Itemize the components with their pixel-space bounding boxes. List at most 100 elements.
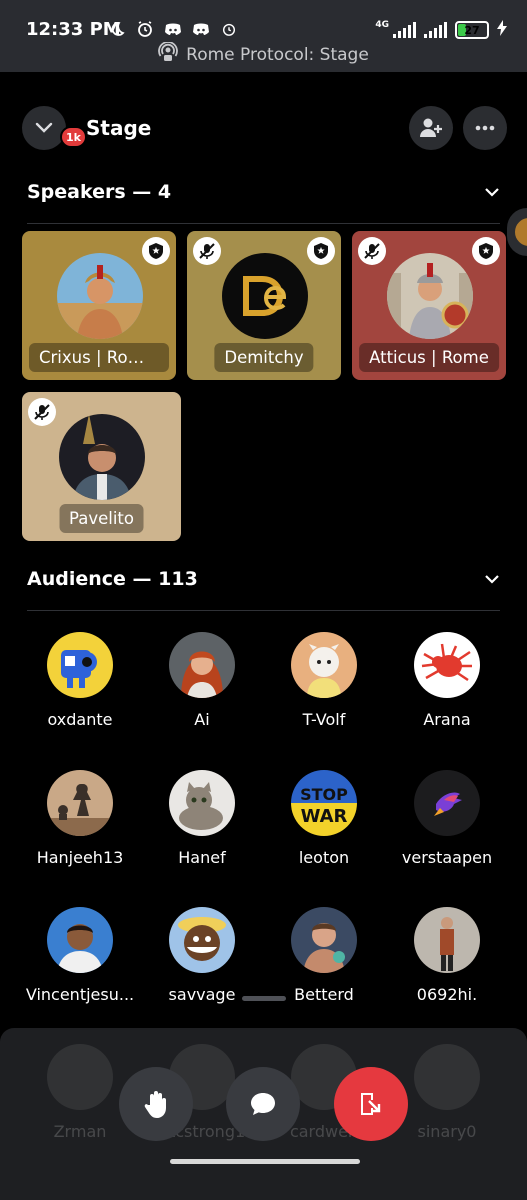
muted-indicator [28, 398, 56, 426]
chat-button[interactable] [226, 1067, 300, 1141]
avatar [291, 907, 357, 973]
shield-star-icon [479, 243, 493, 259]
speaker-name: Atticus | Rome [359, 343, 499, 372]
moderator-badge [142, 237, 170, 265]
stage-header: 1k Stage [20, 104, 507, 150]
speaker-tile[interactable]: Demitchy [187, 231, 341, 380]
audience-member[interactable]: verstaapen [387, 770, 507, 867]
audience-name: Arana [423, 710, 471, 729]
audience-name: leoton [298, 848, 350, 867]
avatar [59, 414, 145, 500]
shield-star-icon [149, 243, 163, 259]
audience-name: T-Volf [302, 710, 346, 729]
avatar [513, 216, 527, 248]
audience-member[interactable]: savvage [142, 907, 262, 1004]
audience-member[interactable]: Arana [387, 632, 507, 729]
alarm-icon [136, 20, 154, 38]
battery-icon: 27 [455, 21, 489, 39]
audience-name: Hanef [178, 848, 226, 867]
speaker-tile[interactable]: Crixus | Rom... [22, 231, 176, 380]
avatar [414, 632, 480, 698]
more-icon [475, 125, 495, 131]
audience-member[interactable]: Betterd [264, 907, 384, 1004]
ongoing-stage-banner[interactable]: Rome Protocol: Stage [0, 41, 527, 67]
raise-hand-button[interactable] [119, 1067, 193, 1141]
charging-icon [497, 20, 507, 40]
avatar [47, 632, 113, 698]
chevron-down-icon [485, 188, 499, 197]
speakers-heading: Speakers — 4 [27, 181, 172, 203]
moon-icon [108, 20, 126, 38]
audience-member[interactable]: Ai [142, 632, 262, 729]
audience-member[interactable]: STOP WAR leoton [264, 770, 384, 867]
audience-name: Ai [194, 710, 210, 729]
signal-icon [393, 22, 416, 38]
moderator-badge [472, 237, 500, 265]
avatar [414, 1044, 480, 1110]
avatar [47, 1044, 113, 1110]
audience-member[interactable]: Vincentjesu... [20, 907, 140, 1004]
discord-icon [192, 20, 210, 38]
leave-stage-button[interactable] [334, 1067, 408, 1141]
audience-member[interactable]: Hanjeeh13 [20, 770, 140, 867]
audience-heading: Audience — 113 [27, 568, 198, 590]
audience-member[interactable]: oxdante [20, 632, 140, 729]
avatar: STOP WAR [291, 770, 357, 836]
side-drawer-tab[interactable] [507, 208, 527, 256]
collapse-button[interactable] [22, 106, 66, 150]
moderator-badge [307, 237, 335, 265]
network-type: 4G [375, 20, 389, 30]
avatar [169, 770, 235, 836]
audience-section-header[interactable]: Audience — 113 [27, 568, 500, 590]
status-time: 12:33 PM [26, 19, 121, 40]
avatar [169, 632, 235, 698]
chevron-down-icon [35, 122, 53, 133]
leave-stage-icon [361, 1093, 381, 1115]
avatar [414, 770, 480, 836]
chat-icon [251, 1093, 275, 1115]
muted-indicator [193, 237, 221, 265]
chevron-down-icon [485, 575, 499, 584]
speakers-section-header[interactable]: Speakers — 4 [27, 181, 500, 203]
speaker-tile[interactable]: Atticus | Rome [352, 231, 506, 380]
avatar [291, 632, 357, 698]
audience-name: savvage [168, 985, 236, 1004]
muted-indicator [358, 237, 386, 265]
audience-name: Hanjeeh13 [36, 848, 124, 867]
shield-star-icon [314, 243, 328, 259]
avatar [57, 253, 143, 339]
audience-name: oxdante [47, 710, 113, 729]
avatar [387, 253, 473, 339]
status-bar: 12:33 PM 4G 27 Rome Protocol: Stage [0, 0, 527, 72]
speaker-tile[interactable]: Pavelito [22, 392, 181, 541]
divider [27, 610, 500, 611]
discord-icon [164, 20, 182, 38]
status-indicators: 4G 27 [375, 20, 507, 40]
audience-name: Betterd [294, 985, 354, 1004]
audience-name: Vincentjesu... [25, 985, 135, 1004]
audience-member[interactable]: 0692hi. [387, 907, 507, 1004]
hand-icon [144, 1091, 166, 1118]
avatar [414, 907, 480, 973]
speaker-name: Demitchy [214, 343, 314, 372]
audience-name: verstaapen [401, 848, 493, 867]
speaker-name: Crixus | Rom... [29, 343, 169, 372]
divider [27, 223, 500, 224]
avatar [47, 770, 113, 836]
mic-off-icon [199, 243, 215, 259]
mic-off-icon [364, 243, 380, 259]
svg-text:WAR: WAR [301, 806, 348, 827]
audience-member[interactable]: T-Volf [264, 632, 384, 729]
svg-text:STOP: STOP [300, 785, 348, 804]
audience-name: sinary0 [417, 1122, 477, 1141]
audience-member[interactable]: Hanef [142, 770, 262, 867]
speaker-name: Pavelito [59, 504, 144, 533]
notification-icons [108, 20, 238, 38]
alarm-icon [220, 20, 238, 38]
signal-icon [424, 22, 447, 38]
scroll-indicator [242, 996, 286, 1001]
more-options-button[interactable] [463, 106, 507, 150]
invite-button[interactable] [409, 106, 453, 150]
battery-percent: 27 [464, 23, 480, 37]
stage-banner-text: Rome Protocol: Stage [186, 44, 369, 65]
